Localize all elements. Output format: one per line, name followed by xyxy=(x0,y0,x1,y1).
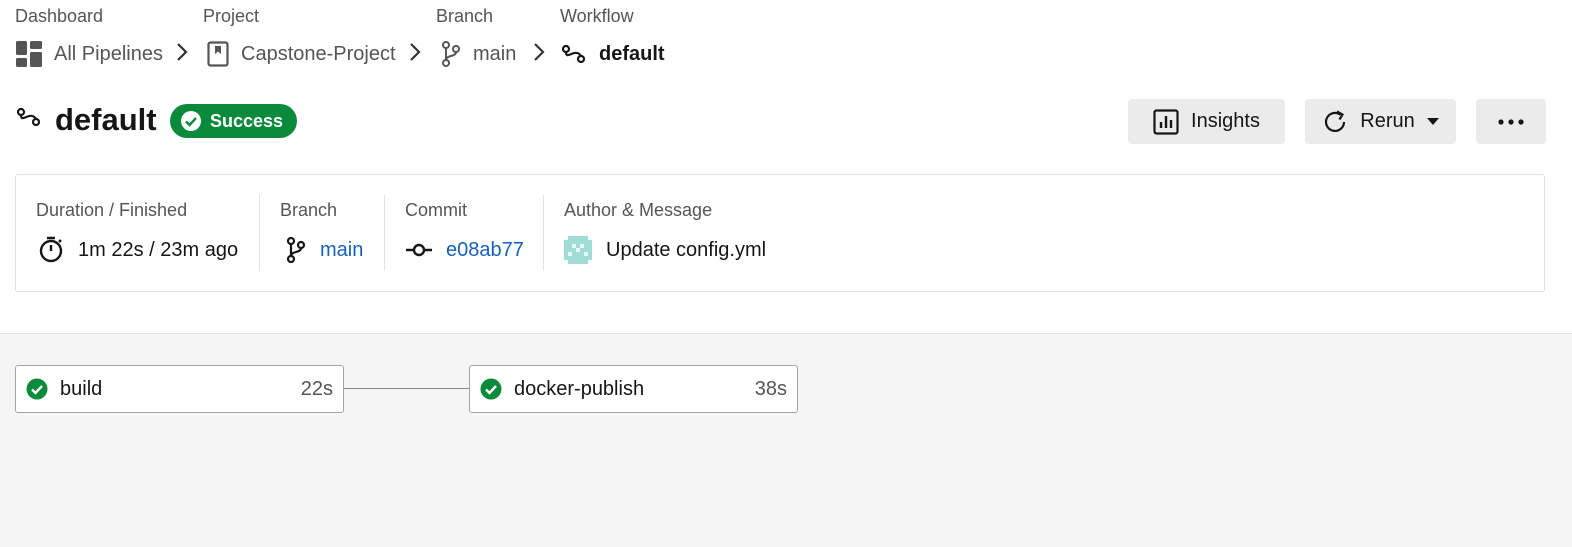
author-message-value: Update config.yml xyxy=(564,236,766,264)
avatar xyxy=(564,236,592,264)
divider xyxy=(543,195,544,271)
insights-button[interactable]: Insights xyxy=(1128,99,1285,144)
breadcrumb-project[interactable]: Capstone-Project xyxy=(207,40,396,68)
status-badge: Success xyxy=(170,104,298,138)
branch-link[interactable]: main xyxy=(320,239,363,262)
success-icon xyxy=(26,378,48,400)
job-name: docker-publish xyxy=(514,377,645,400)
pipeline-summary-card xyxy=(15,174,1545,292)
caret-down-icon xyxy=(1426,117,1439,125)
branch-value[interactable]: main xyxy=(286,236,363,264)
success-icon xyxy=(480,378,502,400)
breadcrumb-branch-label: main xyxy=(473,42,517,65)
breadcrumb-all-pipelines[interactable]: All Pipelines xyxy=(16,40,163,68)
insights-icon xyxy=(1153,108,1179,135)
commit-message: Update config.yml xyxy=(606,238,767,261)
duration-label: Duration / Finished xyxy=(36,200,188,220)
status-badge-label: Success xyxy=(210,110,284,131)
branch-icon xyxy=(286,237,306,263)
breadcrumb-heading-workflow: Workflow xyxy=(560,6,634,26)
duration-text: 1m 22s / 23m ago xyxy=(78,238,239,261)
commit-link[interactable]: e08ab77 xyxy=(446,239,524,262)
job-build[interactable]: build 22s xyxy=(15,365,344,413)
workflow-icon xyxy=(16,106,42,133)
breadcrumb-all-pipelines-label: All Pipelines xyxy=(54,42,163,65)
chevron-right-icon xyxy=(409,42,421,68)
breadcrumb-heading-branch: Branch xyxy=(436,6,494,26)
rerun-icon xyxy=(1325,110,1346,132)
chevron-right-icon xyxy=(176,42,188,68)
job-docker-publish[interactable]: docker-publish 38s xyxy=(469,365,798,413)
rerun-button[interactable]: Rerun xyxy=(1305,99,1456,144)
author-message-label: Author & Message xyxy=(564,200,713,220)
divider xyxy=(259,195,260,271)
duration-value: 1m 22s / 23m ago xyxy=(38,236,238,264)
job-connector xyxy=(343,388,469,389)
branch-icon xyxy=(442,41,460,67)
breadcrumb-heading-dashboard: Dashboard xyxy=(15,6,104,26)
dashboard-icon xyxy=(16,41,42,67)
branch-label: Branch xyxy=(280,200,338,220)
check-circle-icon xyxy=(181,111,201,131)
commit-label: Commit xyxy=(405,200,467,220)
divider xyxy=(384,195,385,271)
breadcrumb-project-label: Capstone-Project xyxy=(241,42,396,65)
breadcrumb-heading-project: Project xyxy=(203,6,260,26)
more-horizontal-icon xyxy=(1498,118,1524,125)
stopwatch-icon xyxy=(39,236,63,263)
workflow-icon xyxy=(561,44,586,64)
breadcrumb-workflow: default xyxy=(561,40,665,68)
project-icon xyxy=(207,41,229,67)
chevron-right-icon xyxy=(533,42,545,68)
job-name: build xyxy=(60,377,103,400)
breadcrumb-branch[interactable]: main xyxy=(441,40,516,68)
rerun-button-label: Rerun xyxy=(1360,110,1415,132)
job-duration: 38s xyxy=(754,377,787,400)
breadcrumb-workflow-label: default xyxy=(599,42,665,65)
more-options-button[interactable] xyxy=(1476,99,1546,144)
insights-button-label: Insights xyxy=(1191,110,1260,132)
page-title: default xyxy=(55,102,157,137)
job-duration: 22s xyxy=(300,377,333,400)
commit-icon xyxy=(406,243,432,257)
commit-value[interactable]: e08ab77 xyxy=(406,236,524,264)
